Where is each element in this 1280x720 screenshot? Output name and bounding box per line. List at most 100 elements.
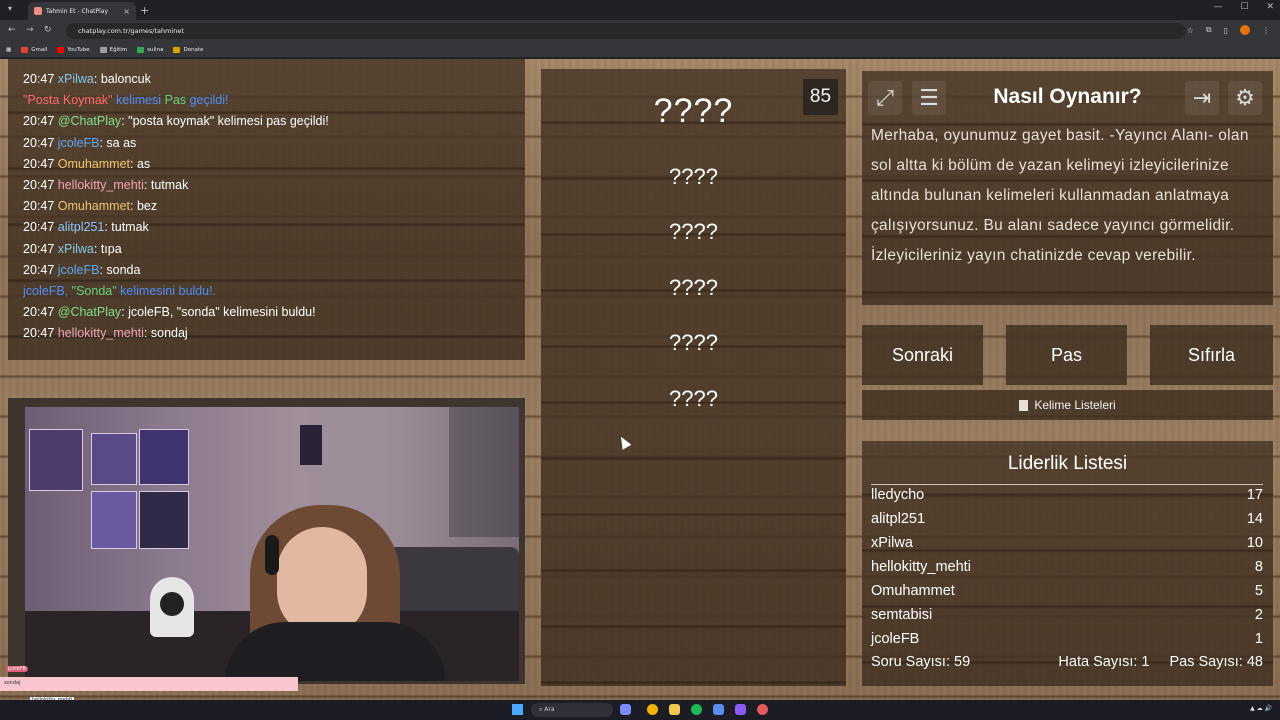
chat-line: 20:47 hellokitty_mehti: tutmak [23, 178, 189, 193]
sulina-icon [137, 46, 145, 53]
chat-line: 20:47 Omuhammet: bez [23, 199, 158, 214]
donate-icon [173, 46, 181, 53]
sidebar-icon[interactable]: ▯ [1224, 26, 1228, 35]
taskbar-app-icon[interactable] [757, 704, 768, 715]
leaderboard-row: hellokitty_mehti 8 [871, 559, 1263, 575]
discord-icon[interactable] [735, 704, 746, 715]
bookmark-egitim[interactable]: Eğitim [99, 46, 127, 53]
bookmark-star-icon[interactable]: ☆ [1187, 26, 1194, 35]
bookmark-donate[interactable]: Donate [173, 46, 203, 53]
game-page: 20:47 xPilwa: baloncuk "Posta Koymak" ke… [0, 59, 1280, 700]
pass-count: Pas Sayısı: 48 [1169, 654, 1264, 670]
folder-icon [99, 46, 107, 53]
browser-toolbar: ← → ↻ chatplay.com.tr/games/tahminet ☆ ⧉… [0, 20, 1280, 42]
youtube-icon [57, 46, 65, 53]
next-button[interactable]: Sonraki [862, 325, 983, 385]
leaderboard-row: semtabisi 2 [871, 607, 1263, 623]
reset-button[interactable]: Sıfırla [1150, 325, 1273, 385]
chat-line: 20:47 xPilwa: tıpa [23, 241, 122, 256]
overlay-message: sondaj [4, 680, 21, 686]
maximize-icon[interactable]: ☐ [1240, 2, 1248, 12]
chat-line: 20:47 xPilwa: baloncuk [23, 72, 151, 86]
tab-list-icon[interactable]: ▾ [8, 4, 12, 13]
taskbar-app-icon[interactable] [713, 704, 724, 715]
leaderboard-row: alitpl251 14 [871, 511, 1263, 527]
poster [91, 433, 137, 485]
question-count: Soru Sayısı: 59 [871, 654, 971, 670]
toolbar-icons: ☆ ⧉ ▯ ⋮ [1187, 25, 1270, 35]
browser-tab-bar: ▾ Tahmin Et - ChatPlay × + — ☐ ✕ [0, 0, 1280, 20]
gmail-icon [21, 46, 29, 53]
chat-line: 20:47 jcoleFB: sa as [23, 135, 137, 150]
minimize-icon[interactable]: — [1213, 2, 1222, 12]
tab-title: Tahmin Et - ChatPlay [46, 7, 109, 15]
poster [91, 491, 137, 549]
word-panel: 85 ???? ???? ???? ???? ???? ???? [541, 69, 846, 686]
overlay-username: jcoleFB [6, 666, 28, 672]
chat-line: 20:47 @ChatPlay: "posta koymak" kelimesi… [23, 114, 329, 129]
leaderboard-row: xPilwa 10 [871, 535, 1263, 551]
apps-grid-icon[interactable]: ▦ [6, 47, 11, 53]
chat-system-line: jcoleFB, "Sonda" kelimesini buldu!. [23, 284, 217, 299]
profile-avatar-icon[interactable] [1240, 25, 1250, 35]
chat-line: 20:47 jcoleFB: sonda [23, 262, 141, 277]
star-poster [29, 429, 83, 491]
leaderboard-title: Liderlik Listesi [1007, 453, 1128, 474]
window-controls: — ☐ ✕ [1213, 2, 1274, 12]
file-explorer-icon[interactable] [669, 704, 680, 715]
poster [300, 425, 322, 465]
how-to-play-text: Merhaba, oyunumuz gayet basit. -Yayıncı … [871, 127, 1249, 264]
forbidden-word: ???? [669, 386, 718, 411]
spotify-icon[interactable] [691, 704, 702, 715]
chat-line: 20:47 @ChatPlay: jcoleFB, "sonda" kelime… [23, 305, 316, 320]
word-lists-label: Kelime Listeleri [1034, 398, 1116, 412]
system-tray[interactable]: ▲ ☁ 🔊 [1250, 705, 1272, 712]
chat-panel: 20:47 xPilwa: baloncuk "Posta Koymak" ke… [8, 59, 525, 360]
leaderboard-stats: Soru Sayısı: 59 Hata Sayısı: 1 Pas Sayıs… [871, 654, 1263, 670]
new-tab-button[interactable]: + [140, 4, 149, 17]
forward-icon[interactable]: → [26, 25, 34, 35]
logout-icon[interactable]: ⇥ [1185, 81, 1219, 115]
menu-icon[interactable]: ⋮ [1262, 26, 1270, 35]
bookmark-youtube[interactable]: YouTube [57, 46, 90, 53]
chrome-icon[interactable] [647, 704, 658, 715]
streamer-body [225, 622, 445, 681]
leaderboard-row: Omuhammet 5 [871, 583, 1263, 599]
settings-gear-icon[interactable]: ⚙ [1228, 81, 1262, 115]
browser-tab[interactable]: Tahmin Et - ChatPlay × [28, 2, 136, 20]
target-word: ???? [653, 92, 734, 130]
forbidden-word: ???? [669, 330, 718, 355]
windows-taskbar: ⌕ Ara ▲ ☁ 🔊 [0, 700, 1280, 720]
window-blind [449, 407, 519, 537]
webcam-video [25, 407, 519, 681]
forbidden-word: ???? [669, 275, 718, 300]
url-text: chatplay.com.tr/games/tahminet [78, 27, 184, 35]
webcam-frame [8, 398, 525, 684]
forbidden-word: ???? [669, 164, 718, 189]
close-window-icon[interactable]: ✕ [1266, 2, 1274, 12]
windows-start-icon[interactable] [512, 704, 523, 715]
tab-close-icon[interactable]: × [123, 7, 130, 16]
leaderboard-row: jcoleFB 1 [871, 631, 1263, 647]
extensions-icon[interactable]: ⧉ [1206, 25, 1212, 35]
taskbar-app-icon[interactable] [620, 704, 631, 715]
pass-button[interactable]: Pas [1006, 325, 1127, 385]
bookmarks-bar: ▦ Gmail YouTube Eğitim sulina Donate [0, 42, 1280, 58]
bookmark-gmail[interactable]: Gmail [21, 46, 47, 53]
document-icon [1019, 399, 1029, 411]
forbidden-word: ???? [669, 219, 718, 244]
address-bar[interactable]: chatplay.com.tr/games/tahminet [66, 23, 1186, 39]
lamp-opening [160, 592, 184, 616]
error-count: Hata Sayısı: 1 [1058, 654, 1150, 670]
reload-icon[interactable]: ↻ [44, 25, 52, 35]
back-icon[interactable]: ← [8, 25, 16, 35]
chat-system-line: "Posta Koymak" kelimesi Pas geçildi! [23, 93, 229, 108]
poster [139, 429, 189, 485]
how-to-play-panel: ⤢ ☰ Nasıl Oynanır? ⇥ ⚙ Merhaba, oyunumuz… [862, 71, 1273, 305]
spade-poster [139, 491, 189, 549]
headphone [265, 535, 279, 575]
bookmark-sulina[interactable]: sulina [137, 46, 163, 53]
word-lists-button[interactable]: Kelime Listeleri [862, 390, 1273, 420]
taskbar-search[interactable]: ⌕ Ara [531, 703, 613, 717]
stream-overlay-bar [0, 677, 298, 691]
